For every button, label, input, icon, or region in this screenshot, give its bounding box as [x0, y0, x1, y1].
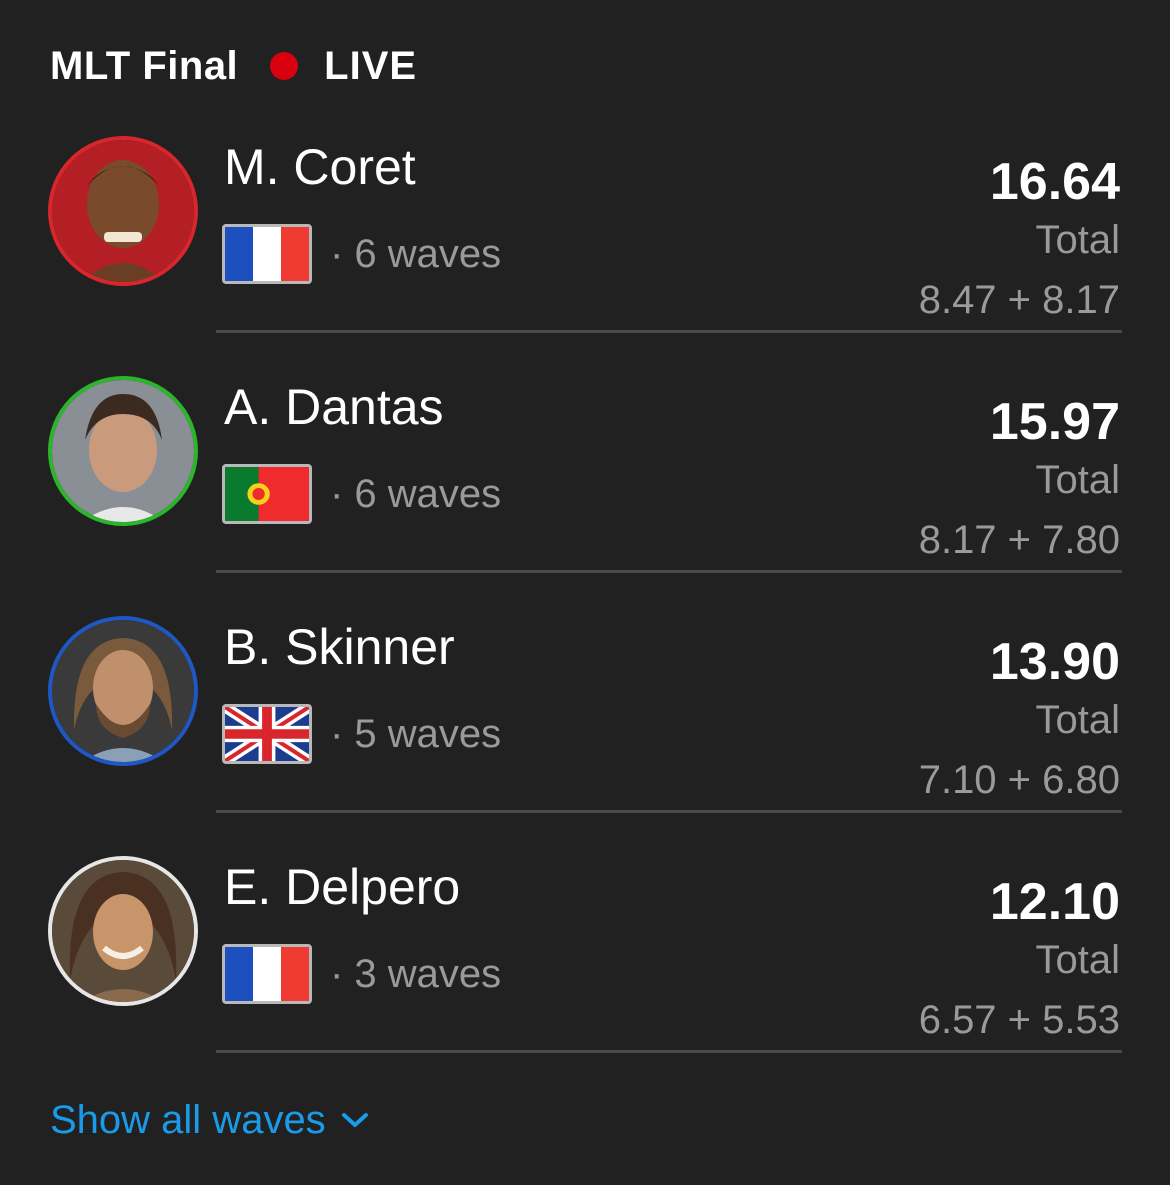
show-all-waves-label: Show all waves — [50, 1098, 326, 1142]
total-score: 13.90 — [989, 633, 1120, 691]
surfer-name: B. Skinner — [224, 619, 455, 675]
score-breakdown: 8.47 + 8.17 — [918, 278, 1120, 322]
avatar — [48, 376, 198, 526]
total-label: Total — [1035, 218, 1121, 262]
portugal-flag-icon — [222, 464, 312, 524]
wave-count: · 5 waves — [330, 712, 502, 756]
total-score: 12.10 — [989, 873, 1120, 931]
total-score: 16.64 — [989, 153, 1120, 211]
heat-header: MLT Final LIVE — [50, 40, 417, 92]
avatar — [48, 856, 198, 1006]
divider — [216, 1050, 1122, 1053]
surfer-row[interactable]: B. Skinner · 5 waves 13.90 Total 7.10 + … — [0, 616, 1170, 856]
total-label: Total — [1035, 458, 1121, 502]
live-indicator-dot — [270, 52, 299, 80]
divider — [216, 330, 1122, 333]
score-breakdown: 6.57 + 5.53 — [918, 998, 1120, 1042]
chevron-down-icon — [340, 1110, 370, 1135]
surfer-name: M. Coret — [224, 139, 416, 195]
total-label: Total — [1035, 698, 1121, 742]
uk-flag-icon — [222, 704, 312, 764]
divider — [216, 570, 1122, 573]
heat-title: MLT Final — [50, 43, 239, 88]
avatar — [48, 136, 198, 286]
wave-count: · 6 waves — [330, 472, 502, 516]
wave-count: · 3 waves — [330, 952, 502, 996]
live-label: LIVE — [324, 43, 418, 88]
surfer-name: A. Dantas — [224, 379, 444, 435]
surfer-row[interactable]: E. Delpero · 3 waves 12.10 Total 6.57 + … — [0, 856, 1170, 1096]
france-flag-icon — [222, 944, 312, 1004]
avatar — [48, 616, 198, 766]
france-flag-icon — [222, 224, 312, 284]
surfer-row[interactable]: M. Coret · 6 waves 16.64 Total 8.47 + 8.… — [0, 136, 1170, 376]
total-label: Total — [1035, 938, 1121, 982]
score-breakdown: 8.17 + 7.80 — [918, 518, 1120, 562]
surfer-row[interactable]: A. Dantas · 6 waves 15.97 Total 8.17 + 7… — [0, 376, 1170, 616]
divider — [216, 810, 1122, 813]
show-all-waves-button[interactable]: Show all waves — [50, 1098, 370, 1143]
surfer-name: E. Delpero — [224, 859, 461, 915]
total-score: 15.97 — [989, 393, 1120, 451]
score-breakdown: 7.10 + 6.80 — [918, 758, 1120, 802]
wave-count: · 6 waves — [330, 232, 502, 276]
